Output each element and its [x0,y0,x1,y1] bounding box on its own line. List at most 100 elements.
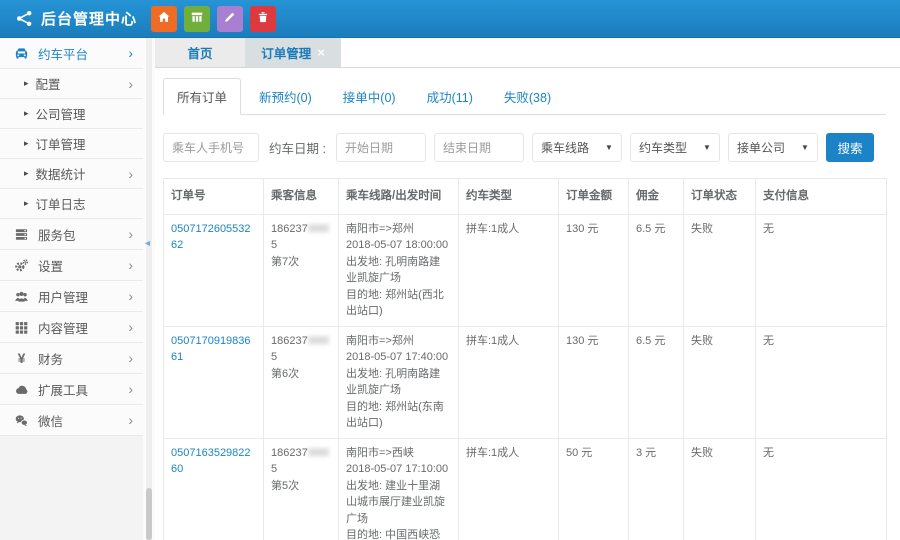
sidebar-subitem-order-log[interactable]: ▸ 订单日志 [0,189,143,219]
company-select[interactable]: 接单公司 ▼ [728,133,818,162]
table-row: 0507163529822 60 1862378888 5 第5次 南阳市=>西… [164,438,887,540]
amount-cell: 50 元 [559,438,629,540]
sidebar-item-label: 设置 [38,256,128,275]
table-row: 0507172605532 62 1862378888 5 第7次 南阳市=>郑… [164,214,887,326]
close-icon[interactable]: × [317,46,325,59]
sidebar: 约车平台 › ▸ 配置 › ▸ 公司管理 ▸ 订单管理 ▸ 数据统计 › [0,38,143,540]
home-button[interactable] [151,6,177,32]
type-cell: 拼车:1成人 [459,214,559,326]
booking-date-label: 约车日期 : [269,138,326,157]
sidebar-subitem-config[interactable]: ▸ 配置 › [0,69,143,99]
calendar-icon [190,10,204,27]
route-select[interactable]: 乘车线路 ▼ [532,133,622,162]
home-icon [157,10,171,27]
start-date-input[interactable] [336,133,426,162]
commission-cell: 6.5 元 [629,214,684,326]
col-header-commission: 佣金 [629,179,684,215]
route-select-value: 乘车线路 [541,139,589,156]
amount-cell: 130 元 [559,326,629,438]
submenu-marker-icon: ▸ [24,138,29,149]
sidebar-subitem-label: 公司管理 [36,104,133,123]
route-cell: 南阳市=>郑州 2018-05-07 18:00:00 出发地: 孔明南路建业凯… [339,214,459,326]
sidebar-item-extensions[interactable]: 扩展工具 › [0,374,143,405]
users-icon [14,289,29,304]
search-button[interactable]: 搜索 [826,133,874,162]
tab-in-progress[interactable]: 接单中(0) [330,79,409,114]
caret-down-icon: ▼ [605,143,613,152]
col-header-order-no: 订单号 [164,179,264,215]
payment-cell: 无 [756,214,887,326]
tab-all-orders[interactable]: 所有订单 [163,78,241,115]
status-cell: 失败 [684,214,756,326]
orders-panel: 所有订单 新预约(0) 接单中(0) 成功(11) 失败(38) 约车日期 : … [155,68,900,540]
divider-strip [146,38,152,540]
caret-down-icon: ▼ [801,143,809,152]
sidebar-item-service-pack[interactable]: 服务包 › [0,219,143,250]
submenu-marker-icon: ▸ [24,168,29,179]
tab-new-reservations[interactable]: 新预约(0) [246,79,325,114]
car-icon [14,46,29,61]
sidebar-item-content-mgmt[interactable]: 内容管理 › [0,312,143,343]
sidebar-subitem-order-mgmt[interactable]: ▸ 订单管理 [0,129,143,159]
share-icon [16,10,33,27]
caret-down-icon: ▼ [703,143,711,152]
status-cell: 失败 [684,326,756,438]
passenger-phone-input[interactable] [163,133,259,162]
sidebar-item-settings[interactable]: 设置 › [0,250,143,281]
type-cell: 拼车:1成人 [459,326,559,438]
payment-cell: 无 [756,326,887,438]
type-cell: 拼车:1成人 [459,438,559,540]
window-tabbar: 首页 订单管理 × [155,38,900,68]
chevron-right-icon: › [128,320,133,334]
tab-label: 订单管理 [261,43,311,62]
passenger-cell: 1862378888 5 第6次 [264,326,339,438]
commission-cell: 3 元 [629,438,684,540]
sidebar-item-booking-platform[interactable]: 约车平台 › [0,38,143,69]
sidebar-item-label: 服务包 [38,225,128,244]
route-cell: 南阳市=>西峡 2018-05-07 17:10:00 出发地: 建业十里湖山城… [339,438,459,540]
pencil-icon [223,10,237,27]
sidebar-item-label: 约车平台 [38,44,128,63]
tab-home[interactable]: 首页 [155,38,245,67]
gears-icon [14,258,29,273]
scrollbar-thumb[interactable] [146,488,152,540]
edit-button[interactable] [217,6,243,32]
booking-type-select-value: 约车类型 [639,139,687,156]
order-number-link[interactable]: 0507163529822 60 [171,447,251,476]
sidebar-collapse-arrow-icon[interactable]: ◄ [143,238,152,248]
calendar-button[interactable] [184,6,210,32]
delete-button[interactable] [250,6,276,32]
booking-type-select[interactable]: 约车类型 ▼ [630,133,720,162]
route-cell: 南阳市=>郑州 2018-05-07 17:40:00 出发地: 孔明南路建业凯… [339,326,459,438]
yen-icon: ¥ [14,351,29,366]
tab-label: 首页 [187,43,212,62]
sidebar-subitem-label: 数据统计 [36,164,129,183]
masked-phone-digits: 8888 [308,445,328,462]
tab-success[interactable]: 成功(11) [414,79,486,114]
order-number-link[interactable]: 0507172605532 62 [171,223,251,252]
sidebar-subitem-data-stats[interactable]: ▸ 数据统计 › [0,159,143,189]
chevron-right-icon: › [128,351,133,365]
topbar: 后台管理中心 [0,0,900,38]
orders-table: 订单号 乘客信息 乘车线路/出发时间 约车类型 订单金额 佣金 订单状态 支付信… [163,178,887,540]
order-number-link[interactable]: 0507170919836 61 [171,335,251,364]
payment-cell: 无 [756,438,887,540]
table-header-row: 订单号 乘客信息 乘车线路/出发时间 约车类型 订单金额 佣金 订单状态 支付信… [164,179,887,215]
sidebar-item-user-mgmt[interactable]: 用户管理 › [0,281,143,312]
wechat-icon [14,413,29,428]
tab-order-management[interactable]: 订单管理 × [245,38,341,67]
chevron-right-icon: › [128,46,133,60]
trash-icon [256,10,270,27]
end-date-input[interactable] [434,133,524,162]
app-logo: 后台管理中心 [0,8,137,29]
submenu-marker-icon: ▸ [24,78,29,89]
chevron-right-icon: › [128,166,133,182]
sidebar-divider: ◄ [143,38,155,540]
sidebar-item-wechat[interactable]: 微信 › [0,405,143,436]
grid-icon [14,320,29,335]
sidebar-subitem-company-mgmt[interactable]: ▸ 公司管理 [0,99,143,129]
sidebar-item-finance[interactable]: ¥ 财务 › [0,343,143,374]
tab-failed[interactable]: 失败(38) [491,79,564,114]
cloud-icon [14,382,29,397]
col-header-payment: 支付信息 [756,179,887,215]
